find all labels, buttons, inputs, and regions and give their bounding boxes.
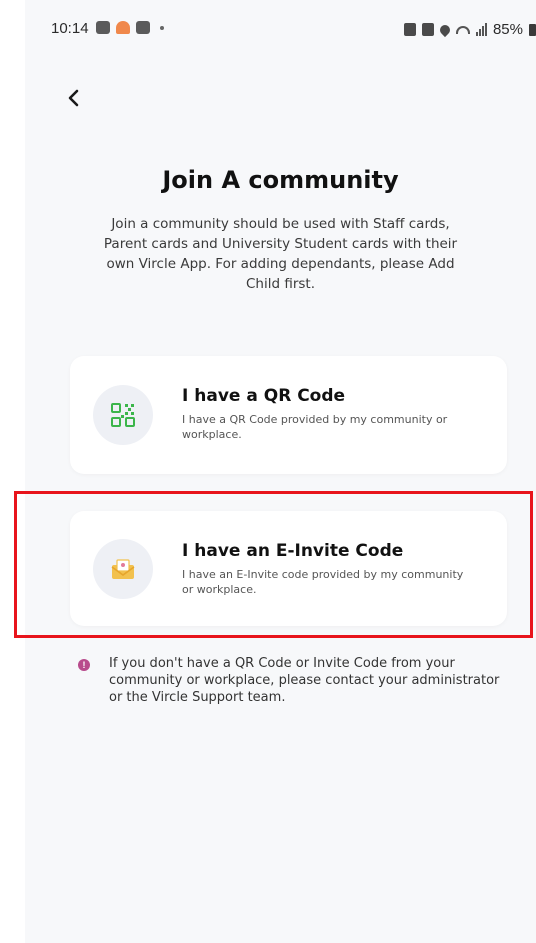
wifi-icon [455,25,470,34]
qr-code-option-description: I have a QR Code provided by my communit… [182,413,448,441]
phone-screen: 10:14 85% Join A community Join a commun… [25,0,536,943]
message-icon [136,21,150,34]
status-bar: 10:14 85% [25,18,536,42]
status-time: 10:14 [51,20,89,37]
envelope-icon-circle [93,538,153,599]
message-icon [96,21,110,34]
qr-code-option-card[interactable]: I have a QR Code I have a QR Code provid… [70,356,507,474]
system-icons: 85% [403,21,536,38]
e-invite-option-card[interactable]: I have an E-Invite Code I have an E-Invi… [70,511,507,626]
battery-icon [529,23,536,36]
back-button[interactable] [59,83,89,113]
page-title: Join A community [162,166,399,194]
qr-code-icon [111,403,135,427]
chevron-left-icon [68,89,79,107]
heart-icon [116,21,130,34]
qr-code-icon-circle [93,385,153,445]
signal-icon [475,23,487,36]
notification-icons [96,21,164,34]
more-dot-icon [160,25,164,30]
e-invite-option-description: I have an E-Invite code provided by my c… [182,568,464,596]
envelope-icon [111,558,135,579]
battery-percent: 85% [492,21,523,38]
info-text: If you don't have a QR Code or Invite Co… [109,656,500,705]
location-icon [437,22,453,37]
alarm-icon [403,23,416,36]
cast-icon [421,23,434,36]
page-description: Join a community should be used with Sta… [103,216,458,292]
qr-code-option-title: I have a QR Code [182,386,346,406]
info-icon: ! [78,659,90,671]
e-invite-option-title: I have an E-Invite Code [182,541,404,561]
